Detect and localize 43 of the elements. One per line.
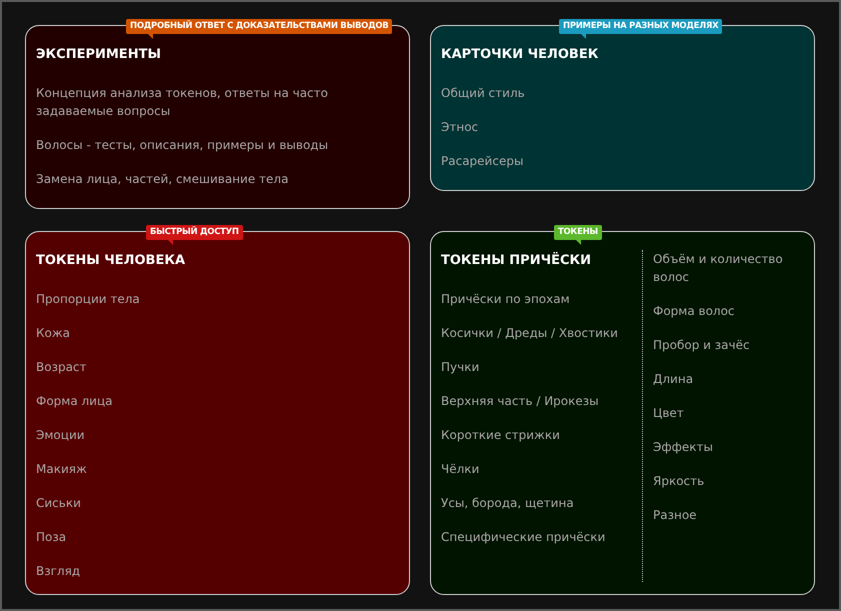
pointer-icon: [148, 34, 153, 39]
card-title: ЭКСПЕРИМЕНТЫ: [36, 46, 162, 64]
menu-link[interactable]: Длина: [653, 362, 798, 396]
menu-link[interactable]: Специфические причёски: [441, 520, 636, 554]
menu-link[interactable]: Возраст: [36, 350, 393, 384]
menu-link[interactable]: Яркость: [653, 464, 798, 498]
menu-link[interactable]: Пробор и зачёс: [653, 328, 798, 362]
menu-link[interactable]: Этнос: [441, 110, 798, 144]
menu-link[interactable]: Пропорции тела: [36, 282, 393, 316]
menu-link[interactable]: Верхняя часть / Ирокезы: [441, 384, 636, 418]
menu-link[interactable]: Эффекты: [653, 430, 798, 464]
menu-link[interactable]: Поза: [36, 520, 393, 554]
menu-link[interactable]: Расарейсеры: [441, 144, 798, 178]
menu-link[interactable]: Эмоции: [36, 418, 393, 452]
menu-link[interactable]: Форма лица: [36, 384, 393, 418]
menu-link[interactable]: Причёски по эпохам: [441, 282, 636, 316]
menu-link[interactable]: Сиськи: [36, 486, 393, 520]
pointer-icon: [168, 240, 173, 245]
menu-link[interactable]: Цвет: [653, 396, 798, 430]
menu-link[interactable]: Замена лица, частей, смешивание тела: [36, 162, 393, 196]
menu-link[interactable]: Общий стиль: [441, 76, 798, 110]
menu-link[interactable]: Короткие стрижки: [441, 418, 636, 452]
card-title: ТОКЕНЫ ЧЕЛОВЕКА: [36, 252, 186, 270]
pointer-icon: [581, 34, 586, 39]
badge: ПРИМЕРЫ НА РАЗНЫХ МОДЕЛЯХ: [559, 19, 722, 34]
menu-link[interactable]: Взгляд: [36, 554, 393, 588]
menu-link[interactable]: Усы, борода, щетина: [441, 486, 636, 520]
menu-link[interactable]: Волосы - тесты, описания, примеры и выводы: [36, 128, 393, 162]
menu-link[interactable]: Разное: [653, 498, 798, 532]
menu-link[interactable]: Пучки: [441, 350, 636, 384]
card-title: ТОКЕНЫ ПРИЧЁСКИ: [441, 252, 592, 270]
menu-link[interactable]: Макияж: [36, 452, 393, 486]
badge: БЫСТРЫЙ ДОСТУП: [146, 225, 243, 240]
menu-link[interactable]: Форма волос: [653, 294, 798, 328]
menu-link[interactable]: Кожа: [36, 316, 393, 350]
menu-link[interactable]: Косички / Дреды / Хвостики: [441, 316, 636, 350]
menu-link[interactable]: Чёлки: [441, 452, 636, 486]
menu-link[interactable]: Объём и количество волос: [653, 250, 798, 294]
card-title: КАРТОЧКИ ЧЕЛОВЕК: [441, 46, 600, 64]
menu-link[interactable]: Концепция анализа токенов, ответы на часто задаваемые вопросы: [36, 76, 393, 128]
badge: ТОКЕНЫ: [554, 225, 602, 240]
pointer-icon: [576, 240, 581, 245]
badge: ПОДРОБНЫЙ ОТВЕТ С ДОКАЗАТЕЛЬСТВАМИ ВЫВОДОВ: [126, 19, 392, 34]
